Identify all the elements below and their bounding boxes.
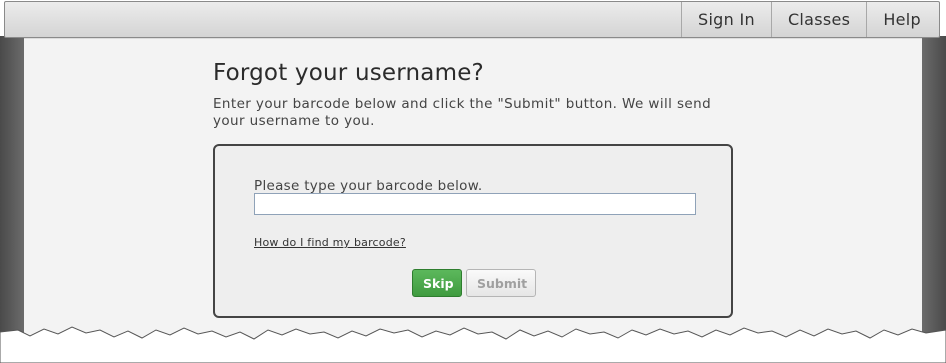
page-title: Forgot your username?	[213, 60, 484, 86]
top-navbar: Sign In Classes Help	[4, 1, 940, 38]
main-content: Forgot your username? Enter your barcode…	[213, 60, 735, 318]
nav-sign-in[interactable]: Sign In	[680, 2, 771, 37]
submit-button[interactable]: Submit	[466, 269, 536, 297]
find-barcode-help-link[interactable]: How do I find my barcode?	[254, 236, 406, 249]
barcode-input[interactable]	[254, 193, 696, 215]
torn-paper-edge	[0, 326, 946, 363]
screenshot-stage: Sign In Classes Help Forgot your usernam…	[0, 0, 946, 363]
barcode-form-panel: Please type your barcode below. How do I…	[213, 144, 733, 318]
skip-button[interactable]: Skip	[412, 269, 462, 297]
left-shadow	[0, 36, 26, 336]
nav-classes[interactable]: Classes	[770, 2, 866, 37]
instructions-text: Enter your barcode below and click the "…	[213, 96, 712, 129]
form-buttons: Skip Submit	[412, 269, 536, 297]
nav-help[interactable]: Help	[866, 2, 939, 37]
barcode-field-label: Please type your barcode below.	[254, 178, 483, 194]
right-shadow	[920, 36, 946, 336]
